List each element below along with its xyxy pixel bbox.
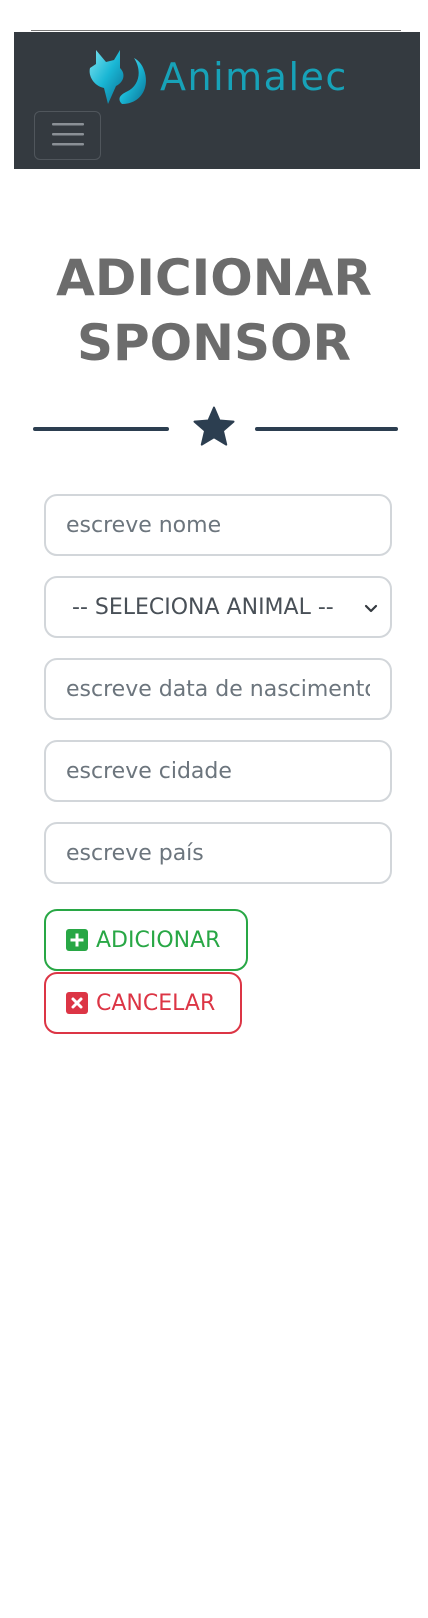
- city-input[interactable]: [44, 740, 392, 802]
- name-input[interactable]: [44, 494, 392, 556]
- x-square-icon: [66, 992, 88, 1014]
- divider-line-left: [33, 427, 169, 431]
- hamburger-icon: [51, 122, 84, 149]
- add-button[interactable]: ADICIONAR: [44, 909, 248, 971]
- brand-name: Animalec: [160, 55, 348, 99]
- country-input[interactable]: [44, 822, 392, 884]
- cancel-button-label: CANCELAR: [96, 990, 216, 1016]
- brand-link[interactable]: Animalec: [86, 42, 348, 112]
- star-icon: [191, 404, 237, 455]
- navbar: Animalec: [14, 32, 420, 169]
- navbar-toggler-button[interactable]: [34, 111, 101, 160]
- chevron-down-icon: [364, 595, 378, 620]
- page-title-line2: SPONSOR: [76, 314, 352, 372]
- animal-select-value: -- SELECIONA ANIMAL --: [72, 594, 334, 620]
- birthdate-input[interactable]: [44, 658, 392, 720]
- page-title: ADICIONAR SPONSOR: [0, 246, 428, 376]
- animal-select[interactable]: -- SELECIONA ANIMAL --: [44, 576, 392, 638]
- plus-square-icon: [66, 929, 88, 951]
- add-button-label: ADICIONAR: [96, 927, 221, 953]
- top-border-line: [31, 30, 401, 31]
- cancel-button[interactable]: CANCELAR: [44, 972, 242, 1034]
- page-title-line1: ADICIONAR: [56, 249, 372, 307]
- fox-icon: [86, 46, 150, 108]
- star-divider: [33, 404, 398, 454]
- divider-line-right: [255, 427, 398, 431]
